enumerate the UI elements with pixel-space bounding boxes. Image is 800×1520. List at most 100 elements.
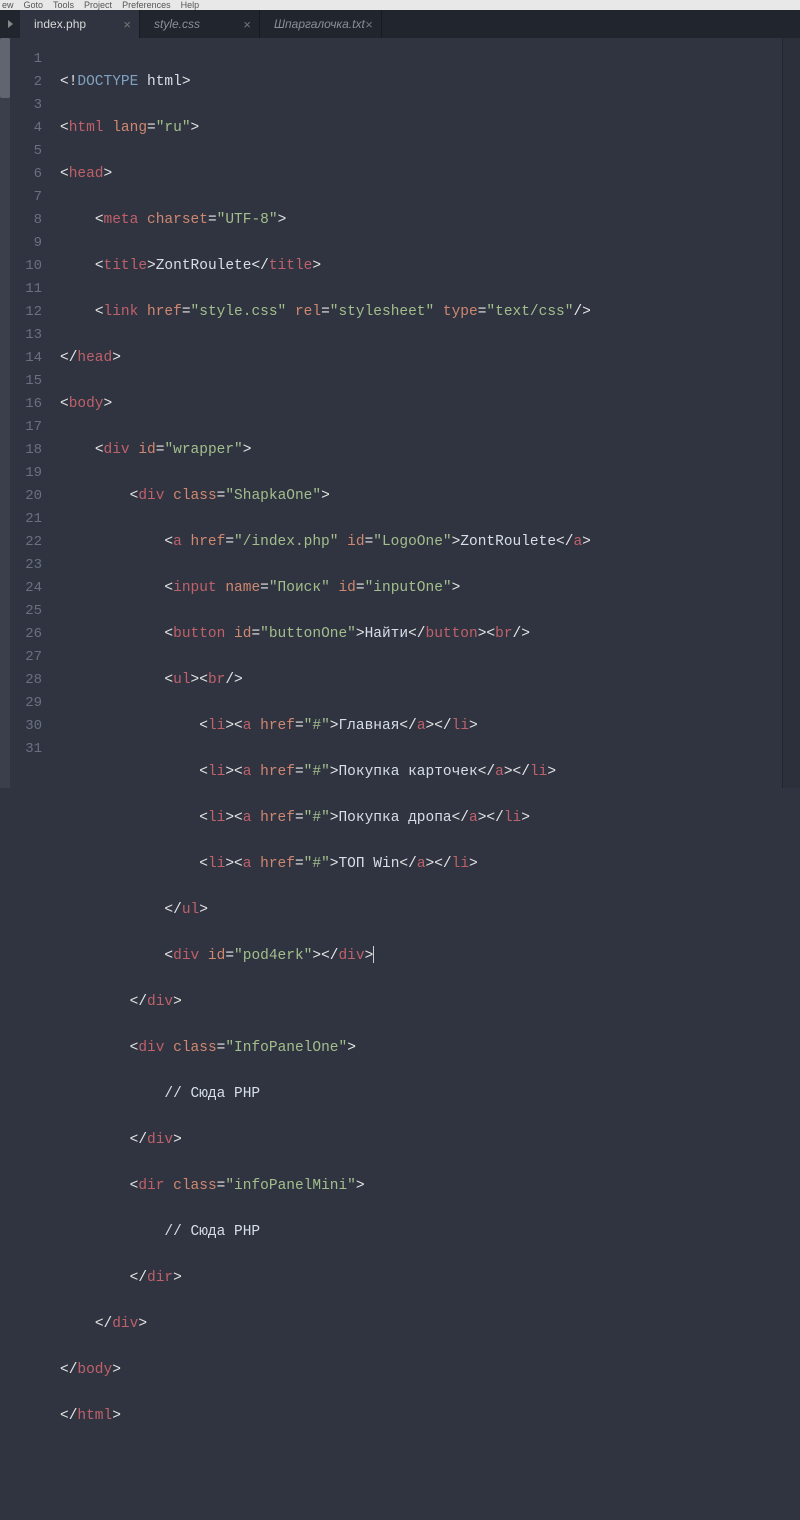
code-token: head	[77, 350, 112, 366]
code-token: Найти	[365, 626, 409, 642]
line-number: 31	[10, 738, 42, 761]
menu-item[interactable]: Project	[84, 0, 112, 10]
line-number: 26	[10, 623, 42, 646]
scrollbar-vertical[interactable]	[0, 38, 10, 788]
tab-bar: index.php × style.css × Шпаргалочка.txt …	[0, 10, 800, 38]
code-token: div	[147, 1132, 173, 1148]
tab-index-php[interactable]: index.php ×	[20, 10, 140, 38]
close-icon[interactable]: ×	[243, 17, 251, 32]
tab-style-css[interactable]: style.css ×	[140, 10, 260, 38]
code-token: div	[138, 488, 164, 504]
menu-item[interactable]: ew	[2, 0, 14, 10]
menu-item[interactable]: Goto	[24, 0, 44, 10]
close-icon[interactable]: ×	[123, 17, 131, 32]
code-token: dir	[138, 1178, 164, 1194]
code-token: a	[417, 718, 426, 734]
code-token: html	[138, 74, 182, 90]
code-token: </	[251, 258, 268, 274]
tab-label: style.css	[154, 17, 200, 31]
code-token: ZontRoulete	[460, 534, 556, 550]
code-token: <	[95, 442, 104, 458]
code-token: >	[330, 856, 339, 872]
code-token: button	[426, 626, 478, 642]
code-token: charset	[138, 212, 208, 228]
code-token: >	[521, 810, 530, 826]
code-token: "#"	[304, 810, 330, 826]
code-token: Покупка карточек	[338, 764, 477, 780]
code-token: =	[225, 948, 234, 964]
line-number: 9	[10, 232, 42, 255]
code-token: </	[130, 1270, 147, 1286]
code-token: </	[130, 994, 147, 1010]
menu-item[interactable]: Preferences	[122, 0, 171, 10]
indent	[60, 764, 199, 780]
code-token: "Поиск"	[269, 580, 330, 596]
indent	[60, 258, 95, 274]
code-token: dir	[147, 1270, 173, 1286]
menu-item[interactable]: Tools	[53, 0, 74, 10]
close-icon[interactable]: ×	[365, 17, 373, 32]
tab-shpargalochka[interactable]: Шпаргалочка.txt ×	[260, 10, 382, 38]
code-token: "style.css"	[191, 304, 287, 320]
indent	[60, 902, 164, 918]
code-token: >	[112, 1408, 121, 1424]
code-token: a	[173, 534, 182, 550]
code-token: </	[408, 626, 425, 642]
code-token: <	[199, 764, 208, 780]
indent	[60, 1178, 130, 1194]
line-number: 8	[10, 209, 42, 232]
code-token: id	[199, 948, 225, 964]
indent	[60, 1224, 164, 1240]
code-token: =	[217, 1040, 226, 1056]
code-token: =	[217, 1178, 226, 1194]
code-token: div	[338, 948, 364, 964]
code-token: >	[173, 1132, 182, 1148]
code-token: ul	[173, 672, 190, 688]
code-token: =	[295, 764, 304, 780]
code-token: >	[104, 166, 113, 182]
scrollbar-thumb[interactable]	[0, 38, 10, 98]
code-token: a	[573, 534, 582, 550]
indent	[60, 672, 164, 688]
indent	[60, 442, 95, 458]
indent	[60, 1270, 130, 1286]
code-token: "InfoPanelOne"	[225, 1040, 347, 1056]
code-token: =	[295, 810, 304, 826]
code-token: >	[199, 902, 208, 918]
code-token: >	[469, 718, 478, 734]
line-number: 28	[10, 669, 42, 692]
code-token: =	[182, 304, 191, 320]
editor-window: ew Goto Tools Project Preferences Help i…	[0, 0, 800, 788]
line-number: 11	[10, 278, 42, 301]
code-token: head	[69, 166, 104, 182]
editor-body: 1234567891011121314151617181920212223242…	[0, 38, 800, 788]
code-token: div	[138, 1040, 164, 1056]
code-token: =	[365, 534, 374, 550]
tab-label: Шпаргалочка.txt	[274, 17, 365, 31]
indent	[60, 580, 164, 596]
code-token: link	[104, 304, 139, 320]
code-token: "#"	[304, 764, 330, 780]
indent	[60, 534, 164, 550]
code-token: <	[164, 534, 173, 550]
line-number: 13	[10, 324, 42, 347]
code-token: >	[138, 1316, 147, 1332]
code-token: >	[112, 1362, 121, 1378]
indent	[60, 1316, 95, 1332]
code-token: "#"	[304, 856, 330, 872]
code-token: </	[478, 764, 495, 780]
code-token: >	[104, 396, 113, 412]
line-number: 17	[10, 416, 42, 439]
sidebar-toggle[interactable]	[0, 10, 20, 38]
code-token: <	[199, 810, 208, 826]
code-area[interactable]: <!DOCTYPE html> <html lang="ru"> <head> …	[52, 38, 782, 788]
indent	[60, 304, 95, 320]
code-token: =	[356, 580, 365, 596]
code-token: href	[138, 304, 182, 320]
menu-item[interactable]: Help	[181, 0, 200, 10]
code-token: title	[104, 258, 148, 274]
line-number: 23	[10, 554, 42, 577]
minimap[interactable]	[782, 38, 800, 788]
code-token: "UTF-8"	[217, 212, 278, 228]
code-token: >	[582, 534, 591, 550]
